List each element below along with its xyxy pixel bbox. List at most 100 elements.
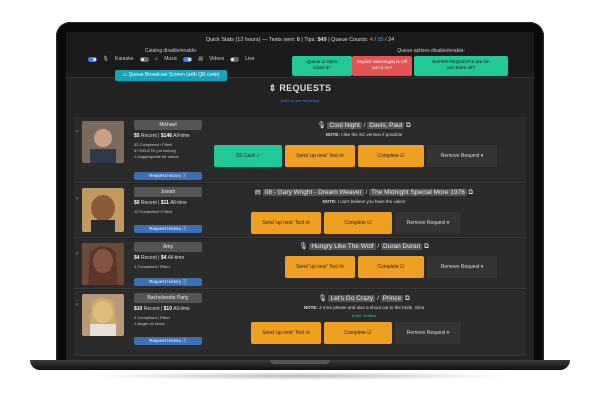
stats-tips-label: | Tips: xyxy=(301,37,316,43)
laptop-notch xyxy=(270,360,330,364)
request-row: › Bachelorette Party $10 Recent | $10 Al… xyxy=(74,290,526,356)
song-line: 🎙 Let's Go Crazy / Prince ⧉ xyxy=(318,295,410,302)
film-icon: ▤ xyxy=(254,189,261,196)
catalog-videos: Videos xyxy=(209,56,225,62)
page-title: ⇕ REQUESTS xyxy=(66,78,534,100)
explicit-warning-toggle[interactable]: Explicit Warning(s) is Off turn it on? xyxy=(352,56,412,76)
song-title: Cool Night xyxy=(327,122,362,129)
app-screen: Quick Stats (12 hours) — Texts sent: 0 |… xyxy=(66,32,534,360)
chevron-right-icon[interactable]: › xyxy=(76,196,78,202)
send-up-next-button[interactable]: Send 'up next' Text ✉ xyxy=(285,145,355,167)
request-history-button[interactable]: Request History ⓘ xyxy=(134,225,202,233)
user-name: Bachelorette Party xyxy=(134,293,202,303)
mic-icon: 🎙 xyxy=(318,295,327,302)
stats-prefix: Quick Stats (12 hours) — Texts sent: xyxy=(205,37,296,43)
request-history-button[interactable]: Request History ⓘ xyxy=(134,278,202,286)
remove-request-dropdown[interactable]: Remove Request ▾ xyxy=(427,256,497,278)
copy-icon[interactable]: ⧉ xyxy=(424,243,429,250)
copy-icon[interactable]: ⧉ xyxy=(406,122,411,129)
song-artist: The Midnight Special More 1976 xyxy=(369,189,467,196)
avatar xyxy=(82,243,124,285)
user-name: Michael xyxy=(134,120,202,130)
super-line2: turn them off? xyxy=(446,65,476,70)
song-line: 🎙 Cool Night / Davis, Paul ⧉ xyxy=(317,122,411,129)
rotation-status: in the rotation xyxy=(351,313,377,318)
page-subtitle[interactable]: (click to see requests) xyxy=(66,98,534,106)
complete-button[interactable]: Complete ☑ xyxy=(358,256,424,278)
copy-icon[interactable]: ⧉ xyxy=(405,295,410,302)
music-toggle[interactable] xyxy=(139,56,149,62)
catalog-panel: Catalog disable/enable: 🎙 Karaoke ♫ Musi… xyxy=(86,48,256,62)
send-up-next-button[interactable]: Send 'up next' Text ✉ xyxy=(251,322,321,344)
warning-line2: turn it on? xyxy=(371,65,393,70)
user-money: $5 Recent | $146 All-time xyxy=(134,133,190,139)
send-up-next-button[interactable]: Send 'up next' Text ✉ xyxy=(285,256,355,278)
broadcast-label: Queue Broadcast Screen (with QR code) xyxy=(128,72,220,78)
laptop-mockup: Quick Stats (12 hours) — Texts sent: 0 |… xyxy=(0,0,600,400)
request-row: › Amy $4 Recent | $4 All-time 2 Complete… xyxy=(74,239,526,289)
stats-tips: $49 xyxy=(317,37,327,43)
broadcast-screen-button[interactable]: ▭ Queue Broadcast Screen (with QR code) xyxy=(115,70,227,81)
request-note: NOTE: I can't believe you have the video… xyxy=(322,199,406,204)
complete-button[interactable]: Complete ☑ xyxy=(324,322,392,344)
user-money: $10 Recent | $10 All-time xyxy=(134,306,190,312)
request-history-button[interactable]: Request History ⓘ xyxy=(134,172,202,180)
avatar xyxy=(82,188,124,232)
page-title-text: REQUESTS xyxy=(279,83,332,93)
user-stats: 52 Completed / Filled 57 DELETE (no histo… xyxy=(134,142,179,159)
videos-toggle[interactable] xyxy=(183,56,193,62)
song-line: 🎙 Hungry Like The Wolf / Duran Duran ⧉ xyxy=(299,243,429,250)
queue-options-label: Queue options disable/enable: xyxy=(397,48,465,54)
user-stats: 2 Completed / Filled xyxy=(134,264,170,269)
queue-open-line2: Close it? xyxy=(313,65,331,70)
top-bar: Quick Stats (12 hours) — Texts sent: 0 |… xyxy=(66,32,534,81)
music-note-icon: ♫ xyxy=(154,56,159,62)
request-row: › Michael $5 Recent | $146 All-time 52 C… xyxy=(74,117,526,183)
user-money: $4 Recent | $4 All-time xyxy=(134,255,185,261)
ss-card-button[interactable]: SS Card ✓ xyxy=(214,145,282,167)
karaoke-toggle[interactable] xyxy=(87,56,97,62)
remove-request-dropdown[interactable]: Remove Request ▾ xyxy=(395,322,461,344)
remove-request-dropdown[interactable]: Remove Request ▾ xyxy=(395,212,461,234)
song-title: Hungry Like The Wolf xyxy=(309,243,376,250)
song-title: Let's Go Crazy xyxy=(328,295,376,302)
user-name: Amy xyxy=(134,242,202,252)
user-stats: 0 Completed / Filled 1 singer on show xyxy=(134,315,170,326)
user-money: $0 Recent | $11 All-time xyxy=(134,200,187,206)
user-name: Josiah xyxy=(134,187,202,197)
song-artist: Prince xyxy=(380,295,404,302)
queue-open-toggle[interactable]: Queue is Open Close it? xyxy=(292,56,352,76)
request-history-button[interactable]: Request History ⓘ xyxy=(134,337,202,345)
live-toggle[interactable] xyxy=(230,56,240,62)
complete-button[interactable]: Complete ☑ xyxy=(324,212,392,234)
sort-icon: ⇕ xyxy=(268,83,277,93)
quick-stats: Quick Stats (12 hours) — Texts sent: 0 |… xyxy=(205,37,395,43)
remove-request-dropdown[interactable]: Remove Request ▾ xyxy=(427,145,497,167)
request-row: › Josiah $0 Recent | $11 All-time 12 Com… xyxy=(74,184,526,238)
complete-button[interactable]: Complete ☑ xyxy=(358,145,424,167)
user-stats: 12 Completed / Filled xyxy=(134,209,172,214)
request-note: NOTE: I like the SC version if possible xyxy=(325,132,403,137)
song-line: ▤ 08 - Gary Wright - Dream Weaver / The … xyxy=(254,189,474,196)
queue-count-3: 24 xyxy=(388,37,395,43)
film-icon: ▤ xyxy=(198,56,204,62)
catalog-label: Catalog disable/enable: xyxy=(144,48,198,54)
copy-icon[interactable]: ⧉ xyxy=(469,189,474,196)
super-requests-toggle[interactable]: SUPER REQUESTS are On turn them off? xyxy=(414,56,508,76)
tv-icon: ▭ xyxy=(122,72,128,78)
mic-icon: 🎙 xyxy=(299,243,308,250)
send-up-next-button[interactable]: Send 'up next' Text ✉ xyxy=(251,212,321,234)
stats-queue-label: | Queue Counts: xyxy=(328,37,369,43)
chevron-right-icon[interactable]: › xyxy=(76,302,78,308)
chevron-right-icon[interactable]: › xyxy=(76,251,78,257)
catalog-live: Live xyxy=(245,56,255,62)
mic-icon: 🎙 xyxy=(317,122,326,129)
queue-count-1: 4 xyxy=(369,37,373,43)
request-note: NOTE: 3 mics please and also a shout out… xyxy=(303,305,425,310)
avatar xyxy=(82,121,124,163)
chevron-right-icon[interactable]: › xyxy=(76,129,78,135)
avatar xyxy=(82,294,124,336)
song-artist: Duran Duran xyxy=(381,243,423,250)
laptop-shadow xyxy=(90,372,510,380)
catalog-music: Music xyxy=(164,56,178,62)
